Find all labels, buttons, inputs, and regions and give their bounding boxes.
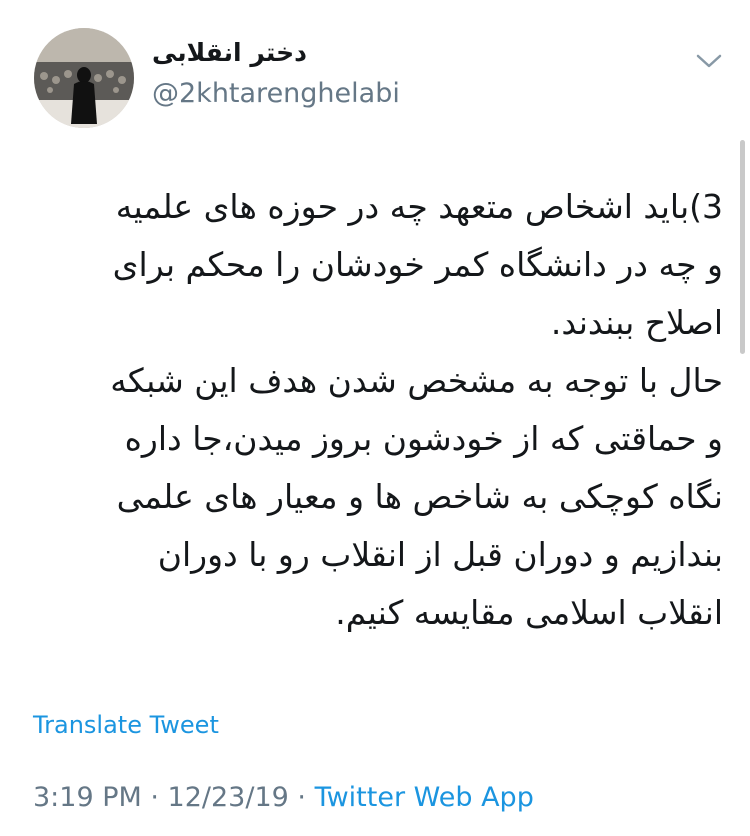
avatar-image	[34, 28, 134, 128]
display-name[interactable]: دختر انقلابی	[152, 38, 307, 67]
tweet-line: حال با توجه به مشخص شدن هدف این شبکه	[110, 361, 723, 400]
tweet-time[interactable]: 3:19 PM	[33, 782, 142, 813]
tweet-date[interactable]: 12/23/19	[168, 782, 289, 813]
meta-separator: ·	[288, 782, 315, 813]
tweet-source-link[interactable]: Twitter Web App	[315, 782, 534, 813]
meta-separator: ·	[141, 782, 168, 813]
tweet-line: انقلاب اسلامی مقایسه کنیم.	[335, 593, 723, 632]
tweet-line: نگاه کوچکی به شاخص ها و معیار های علمی	[116, 477, 723, 516]
tweet-line: و چه در دانشگاه کمر خودشان را محکم برای	[112, 245, 723, 284]
avatar[interactable]	[34, 28, 134, 128]
tweet-line: بندازیم و دوران قبل از انقلاب رو با دورا…	[157, 535, 723, 574]
scrollbar[interactable]	[740, 140, 745, 354]
tweet-meta: 3:19 PM · 12/23/19 · Twitter Web App	[33, 782, 534, 813]
tweet-line: 3)باید اشخاص متعهد چه در حوزه های علمیه	[115, 187, 723, 226]
chevron-down-icon[interactable]	[694, 50, 724, 72]
tweet-line: اصلاح ببندند.	[550, 303, 723, 342]
tweet-line: و حماقتی که از خودشون بروز میدن،جا داره	[124, 419, 723, 458]
user-handle[interactable]: @2khtarenghelabi	[152, 78, 400, 109]
tweet-text: 3)باید اشخاص متعهد چه در حوزه های علمیه …	[28, 178, 723, 642]
tweet-header: دختر انقلابی @2khtarenghelabi	[0, 0, 750, 140]
translate-tweet-link[interactable]: Translate Tweet	[33, 711, 219, 739]
